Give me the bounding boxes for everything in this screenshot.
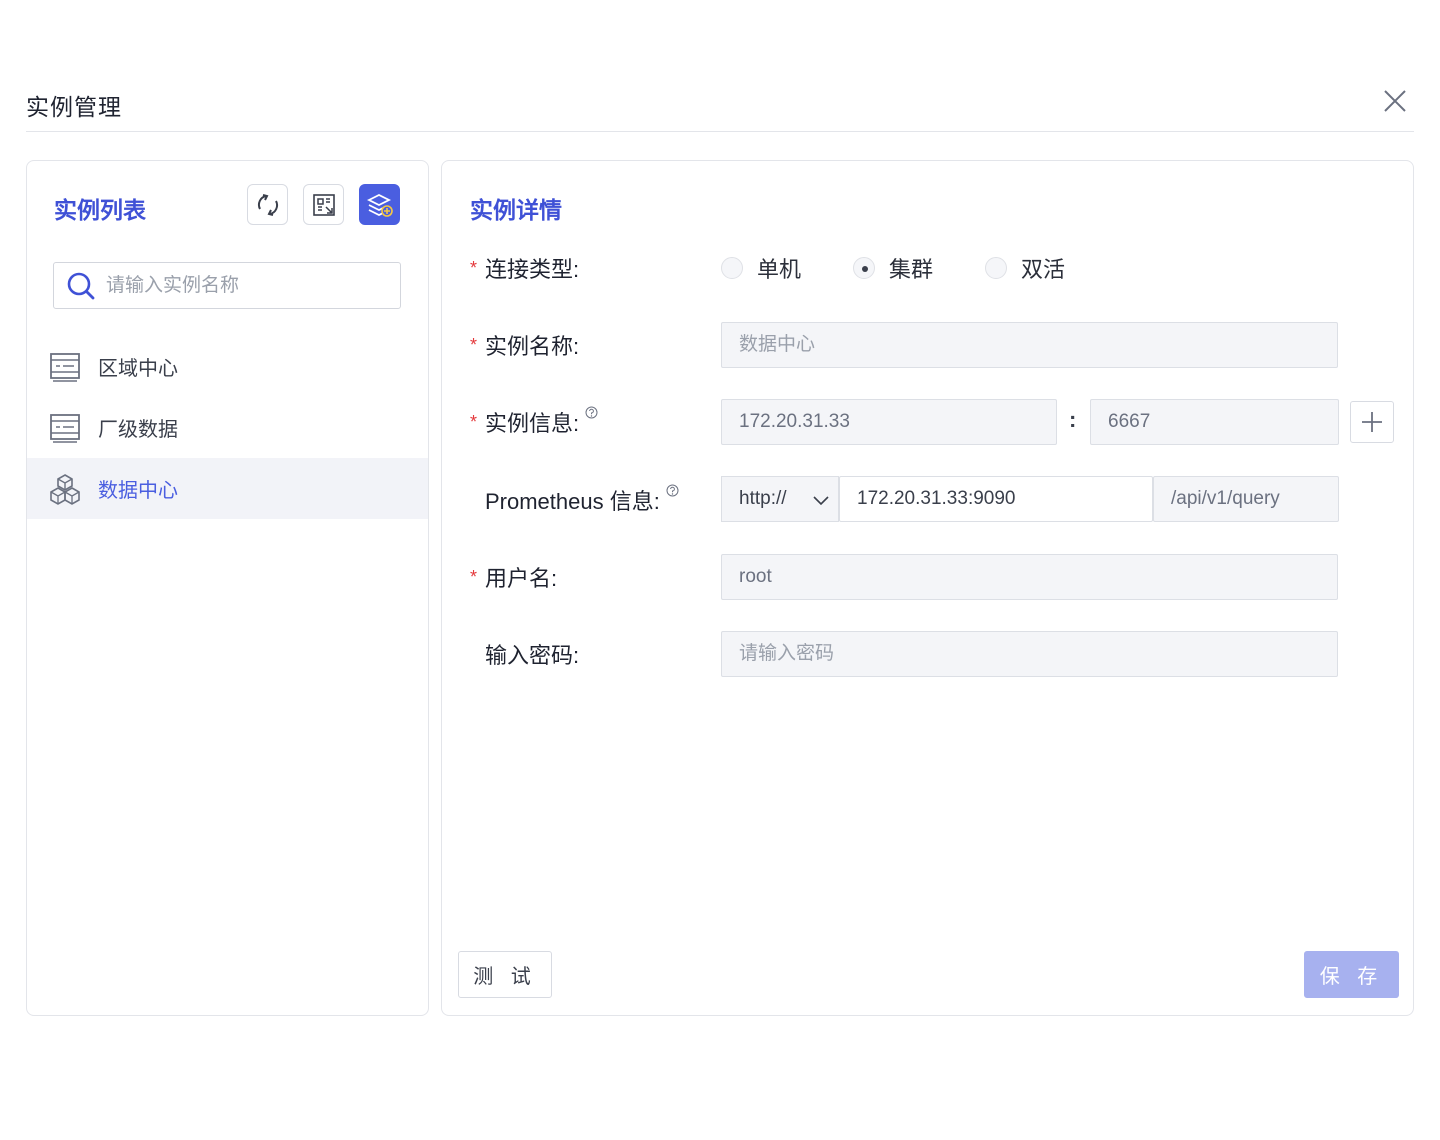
add-address-button[interactable] bbox=[1350, 401, 1394, 443]
required-mark: * bbox=[470, 566, 478, 587]
required-mark: * bbox=[470, 411, 478, 432]
connection-type-radio-group: 单机 集群 双活 bbox=[721, 251, 1117, 285]
refresh-icon bbox=[257, 193, 278, 216]
port-field[interactable]: 6667 bbox=[1090, 399, 1339, 445]
instance-info-label-text: 实例信息: bbox=[485, 411, 580, 436]
server-icon bbox=[49, 412, 81, 444]
host-port-separator: : bbox=[1069, 407, 1077, 432]
instance-name-input[interactable] bbox=[739, 334, 1337, 356]
radio-label: 单机 bbox=[757, 257, 802, 282]
connection-type-label: * 连接类型: bbox=[470, 253, 579, 283]
radio-standalone[interactable]: 单机 bbox=[721, 252, 801, 284]
add-layers-icon bbox=[366, 193, 393, 217]
username-label: * 用户名: bbox=[470, 562, 557, 592]
instance-info-label: * 实例信息: bbox=[470, 406, 598, 437]
instance-name-label: * 实例名称: bbox=[470, 330, 579, 360]
list-item-label: 数据中心 bbox=[98, 480, 178, 502]
list-item-label: 厂级数据 bbox=[98, 419, 178, 441]
required-mark: * bbox=[470, 257, 478, 278]
password-label-text: 输入密码: bbox=[485, 643, 580, 668]
scan-icon bbox=[312, 193, 335, 216]
radio-label: 集群 bbox=[889, 257, 934, 282]
cluster-cubes-icon bbox=[49, 473, 81, 505]
instance-list-panel: 实例列表 请输入实例名称 区域中心 厂级数据 数据中心 bbox=[26, 160, 429, 1016]
username-label-text: 用户名: bbox=[485, 566, 558, 591]
list-item[interactable]: 区域中心 bbox=[27, 336, 428, 397]
instance-list-title: 实例列表 bbox=[54, 197, 146, 223]
username-value: root bbox=[739, 566, 772, 587]
port-value: 6667 bbox=[1108, 411, 1151, 432]
list-item[interactable]: 数据中心 bbox=[27, 458, 428, 519]
help-icon[interactable] bbox=[585, 399, 598, 425]
connection-type-label-text: 连接类型: bbox=[485, 257, 580, 282]
prometheus-address-field[interactable]: 172.20.31.33:9090 bbox=[839, 476, 1153, 522]
search-icon bbox=[67, 272, 95, 299]
required-mark: * bbox=[470, 334, 478, 355]
password-input[interactable] bbox=[739, 643, 1337, 665]
radio-cluster[interactable]: 集群 bbox=[853, 252, 933, 284]
refresh-button[interactable] bbox=[247, 184, 288, 225]
scan-button[interactable] bbox=[303, 184, 344, 225]
close-icon[interactable] bbox=[1382, 88, 1408, 114]
plus-icon bbox=[1362, 412, 1382, 432]
protocol-select[interactable]: http:// bbox=[721, 476, 839, 522]
radio-active-active[interactable]: 双活 bbox=[985, 252, 1065, 284]
help-icon[interactable] bbox=[666, 477, 679, 503]
instance-detail-panel: 实例详情 * 连接类型: 单机 集群 双活 * 实例名称: * 实例信息: bbox=[441, 160, 1414, 1016]
search-box bbox=[53, 262, 401, 309]
list-item-label: 区域中心 bbox=[98, 358, 178, 380]
prometheus-info-label: Prometheus 信息: bbox=[470, 484, 679, 515]
radio-label: 双活 bbox=[1021, 257, 1066, 282]
prometheus-address-value: 172.20.31.33:9090 bbox=[857, 488, 1016, 509]
prometheus-info-label-text: Prometheus 信息: bbox=[485, 489, 660, 514]
instance-detail-title: 实例详情 bbox=[470, 197, 562, 223]
prometheus-path-value: /api/v1/query bbox=[1171, 488, 1280, 509]
dialog-title: 实例管理 bbox=[26, 94, 122, 120]
add-instance-button[interactable] bbox=[359, 184, 400, 225]
host-field[interactable]: 172.20.31.33 bbox=[721, 399, 1057, 445]
search-input[interactable] bbox=[106, 274, 386, 297]
protocol-value: http:// bbox=[739, 488, 787, 509]
password-field bbox=[721, 631, 1338, 677]
radio-circle bbox=[853, 257, 876, 279]
instance-name-label-text: 实例名称: bbox=[485, 334, 580, 359]
instance-name-field bbox=[721, 322, 1338, 368]
chevron-down-icon bbox=[812, 491, 830, 515]
radio-circle bbox=[721, 257, 743, 279]
username-field[interactable]: root bbox=[721, 554, 1338, 600]
save-button[interactable]: 保 存 bbox=[1304, 951, 1399, 998]
server-icon bbox=[49, 351, 81, 383]
list-item[interactable]: 厂级数据 bbox=[27, 397, 428, 458]
dialog-header: 实例管理 bbox=[26, 80, 1414, 132]
password-label: 输入密码: bbox=[470, 639, 579, 669]
host-value: 172.20.31.33 bbox=[739, 411, 850, 432]
radio-circle bbox=[985, 257, 1008, 279]
prometheus-path-field: /api/v1/query bbox=[1153, 476, 1339, 522]
test-button[interactable]: 测 试 bbox=[458, 951, 552, 998]
